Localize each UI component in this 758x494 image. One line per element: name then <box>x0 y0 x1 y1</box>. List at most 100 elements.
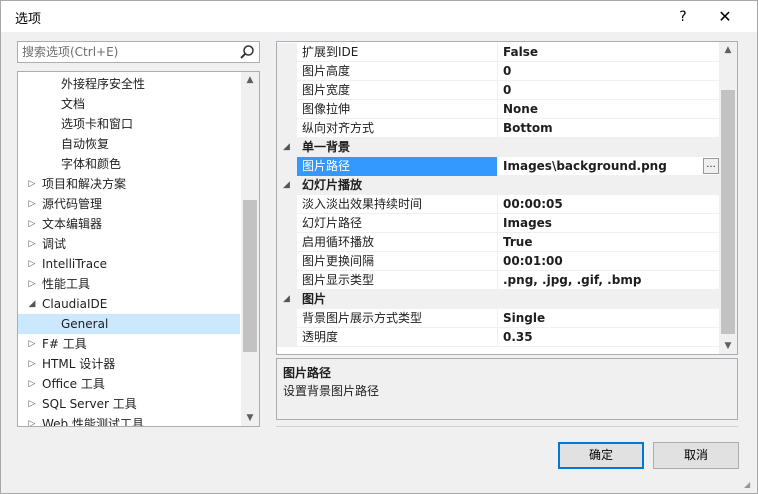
tree-item[interactable]: 自动恢复 <box>18 134 240 154</box>
chevron-right-icon[interactable]: ▷ <box>26 374 38 394</box>
search-box <box>17 41 260 63</box>
property-value[interactable]: Images <box>499 214 719 233</box>
property-value[interactable]: Bottom <box>499 119 719 138</box>
ok-button[interactable]: 确定 <box>558 442 644 469</box>
tree-item[interactable]: ▷ HTML 设计器 <box>18 354 240 374</box>
property-value[interactable]: False <box>499 43 719 62</box>
tree-item[interactable]: ▷ 调试 <box>18 234 240 254</box>
property-value[interactable]: True <box>499 233 719 252</box>
property-row[interactable]: 背景图片展示方式类型 Single <box>277 309 719 328</box>
tree-item[interactable]: 字体和颜色 <box>18 154 240 174</box>
search-input[interactable] <box>18 42 228 62</box>
chevron-right-icon[interactable]: ▷ <box>26 234 38 254</box>
property-value[interactable]: 0.35 <box>499 328 719 347</box>
tree-scrollbar[interactable]: ▲ ▼ <box>241 72 259 426</box>
property-name: 淡入淡出效果持续时间 <box>297 195 498 214</box>
tree-item[interactable]: ▷ IntelliTrace <box>18 254 240 274</box>
chevron-right-icon[interactable]: ▷ <box>26 414 38 426</box>
property-row[interactable]: 图片路径 Images\background.png... <box>277 157 719 176</box>
property-row[interactable]: 图片高度 0 <box>277 62 719 81</box>
row-gutter <box>277 271 297 290</box>
category-label: 图片 <box>302 292 327 306</box>
chevron-right-icon[interactable]: ▷ <box>26 254 38 274</box>
property-value[interactable]: 00:00:05 <box>499 195 719 214</box>
grid-scrollbar[interactable]: ▲ ▼ <box>719 42 737 354</box>
row-gutter <box>277 119 297 138</box>
tree-item[interactable]: 选项卡和窗口 <box>18 114 240 134</box>
property-value[interactable]: Images\background.png <box>499 157 719 176</box>
chevron-right-icon[interactable]: ▷ <box>26 214 38 234</box>
scroll-up-icon[interactable]: ▲ <box>719 42 737 58</box>
tree-item[interactable]: 文档 <box>18 94 240 114</box>
property-value[interactable]: Single <box>499 309 719 328</box>
cancel-button[interactable]: 取消 <box>653 442 739 469</box>
property-row[interactable]: 幻灯片路径 Images <box>277 214 719 233</box>
row-gutter <box>277 100 297 119</box>
description-title: 图片路径 <box>283 366 332 380</box>
property-row[interactable]: 图片更换间隔 00:01:00 <box>277 252 719 271</box>
tree-item[interactable]: ▷ 文本编辑器 <box>18 214 240 234</box>
tree-item[interactable]: ▷ 源代码管理 <box>18 194 240 214</box>
scroll-up-icon[interactable]: ▲ <box>241 72 259 88</box>
close-button[interactable]: ✕ <box>705 1 745 32</box>
property-name: 图像拉伸 <box>297 100 498 119</box>
property-category[interactable]: ◢ 图片 <box>277 290 719 309</box>
property-value[interactable]: 00:01:00 <box>499 252 719 271</box>
chevron-down-icon[interactable]: ◢ <box>283 290 290 309</box>
search-icon[interactable] <box>239 44 255 60</box>
property-row[interactable]: 图片显示类型 .png, .jpg, .gif, .bmp <box>277 271 719 290</box>
scroll-thumb[interactable] <box>243 200 257 352</box>
chevron-right-icon[interactable]: ▷ <box>26 274 38 294</box>
description-text: 设置背景图片路径 <box>283 384 380 398</box>
property-row[interactable]: 扩展到IDE False <box>277 43 719 62</box>
tree-item[interactable]: ▷ 性能工具 <box>18 274 240 294</box>
tree-item-label: 调试 <box>42 237 67 251</box>
tree-item-label: 选项卡和窗口 <box>61 117 134 131</box>
resize-grip-icon[interactable]: ◢ <box>744 480 754 490</box>
tree-item-label: 文档 <box>61 97 86 111</box>
property-row[interactable]: 纵向对齐方式 Bottom <box>277 119 719 138</box>
property-value[interactable]: .png, .jpg, .gif, .bmp <box>499 271 719 290</box>
tree-item[interactable]: ▷ Web 性能测试工具 <box>18 414 240 427</box>
category-label: 幻灯片播放 <box>302 178 363 192</box>
property-value[interactable]: 0 <box>499 81 719 100</box>
tree-item-label: 字体和颜色 <box>61 157 122 171</box>
tree-list: 外接程序安全性文档选项卡和窗口自动恢复字体和颜色 ▷ 项目和解决方案 ▷ 源代码管理 ▷ 文… <box>18 74 240 427</box>
property-row[interactable]: 透明度 0.35 <box>277 328 719 347</box>
tree-item-label: SQL Server 工具 <box>42 397 137 411</box>
tree-item[interactable]: ▷ 项目和解决方案 <box>18 174 240 194</box>
scroll-down-icon[interactable]: ▼ <box>719 338 737 354</box>
browse-button[interactable]: ... <box>703 158 719 174</box>
help-button[interactable]: ? <box>663 1 703 32</box>
property-row[interactable]: 图像拉伸 None <box>277 100 719 119</box>
scroll-down-icon[interactable]: ▼ <box>241 410 259 426</box>
tree-item[interactable]: ▷ Office 工具 <box>18 374 240 394</box>
tree-item[interactable]: ▷ F# 工具 <box>18 334 240 354</box>
chevron-down-icon[interactable]: ◢ <box>283 176 290 195</box>
tree-item-label: Web 性能测试工具 <box>42 417 144 427</box>
chevron-down-icon[interactable]: ◢ <box>283 138 290 157</box>
row-gutter <box>277 233 297 252</box>
tree-item[interactable]: General <box>18 314 240 334</box>
chevron-right-icon[interactable]: ▷ <box>26 334 38 354</box>
tree-item[interactable]: ▷ SQL Server 工具 <box>18 394 240 414</box>
chevron-right-icon[interactable]: ▷ <box>26 174 38 194</box>
property-row[interactable]: 淡入淡出效果持续时间 00:00:05 <box>277 195 719 214</box>
chevron-right-icon[interactable]: ▷ <box>26 354 38 374</box>
property-category[interactable]: ◢ 幻灯片播放 <box>277 176 719 195</box>
property-row[interactable]: 启用循环播放 True <box>277 233 719 252</box>
scroll-thumb[interactable] <box>721 90 735 334</box>
property-value[interactable]: 0 <box>499 62 719 81</box>
tree-item[interactable]: 外接程序安全性 <box>18 74 240 94</box>
property-rows: 扩展到IDE False 图片高度 0 图片宽度 0 图像拉伸 None 纵向对齐方式 Botto… <box>277 43 719 347</box>
property-value[interactable]: None <box>499 100 719 119</box>
chevron-right-icon[interactable]: ▷ <box>26 394 38 414</box>
tree-item-label: General <box>61 317 109 331</box>
property-category[interactable]: ◢ 单一背景 <box>277 138 719 157</box>
chevron-right-icon[interactable]: ▷ <box>26 194 38 214</box>
chevron-down-icon[interactable]: ◢ <box>26 294 38 314</box>
description-panel: 图片路径 设置背景图片路径 <box>276 358 738 420</box>
tree-item-label: 项目和解决方案 <box>42 177 127 191</box>
tree-item[interactable]: ◢ ClaudiaIDE <box>18 294 240 314</box>
property-row[interactable]: 图片宽度 0 <box>277 81 719 100</box>
